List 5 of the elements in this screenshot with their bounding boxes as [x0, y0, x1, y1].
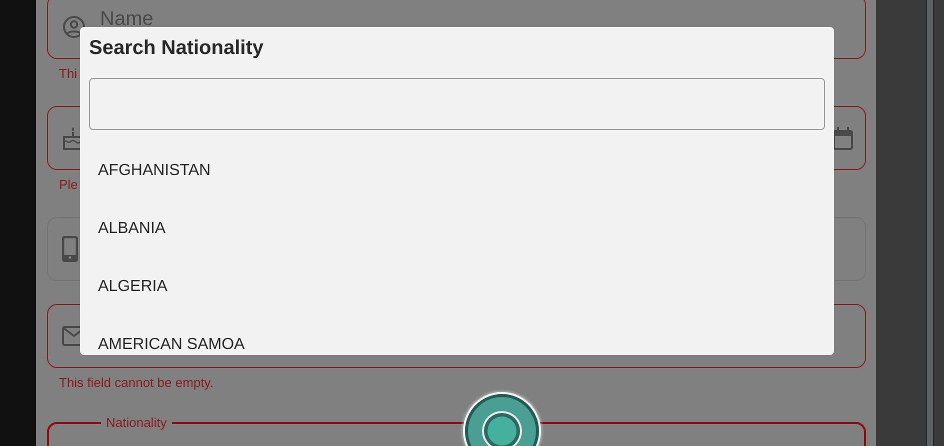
- error-text: Thi: [59, 66, 78, 81]
- error-text: This field cannot be empty.: [59, 375, 214, 390]
- field-label: Nationality: [105, 415, 168, 430]
- dialog-title: Search Nationality: [89, 36, 264, 60]
- error-text: Ple: [59, 177, 78, 192]
